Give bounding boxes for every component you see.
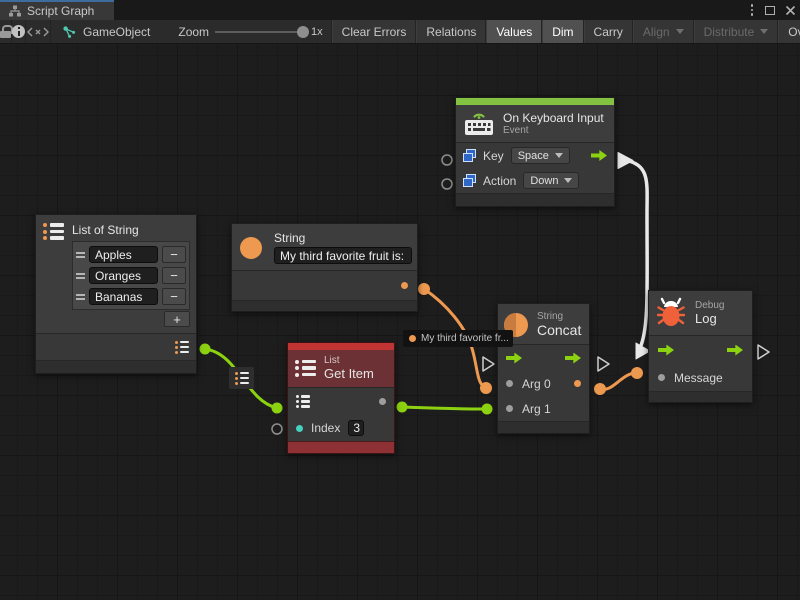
bug-icon: [657, 297, 685, 329]
string-value-icon: [409, 335, 416, 342]
dim-button[interactable]: Dim: [542, 20, 583, 43]
wire-value-tooltip: My third favorite fr...: [403, 330, 513, 347]
overview-button[interactable]: Overv: [778, 20, 800, 43]
keyboard-icon: [464, 110, 494, 136]
action-dropdown[interactable]: Down: [523, 172, 579, 189]
key-port-label: Key: [483, 149, 504, 163]
graph-toolbar: GameObject Zoom 1x Clear Errors Relation…: [0, 20, 800, 44]
error-bar: [288, 343, 394, 350]
add-item-button[interactable]: +: [164, 311, 190, 327]
info-icon: [12, 25, 25, 38]
lock-icon: [0, 25, 11, 38]
zoom-slider[interactable]: [211, 20, 311, 43]
node-title: Log: [695, 311, 724, 326]
event-highlight-bar: [456, 98, 614, 105]
zoom-value: 1x: [311, 20, 332, 43]
lock-button[interactable]: [0, 20, 12, 43]
list-output-port[interactable]: [175, 341, 189, 354]
title-bar: Script Graph: [0, 0, 800, 20]
drag-handle-icon[interactable]: [76, 294, 85, 300]
list-icon: [295, 360, 316, 377]
trigger-output-arrow[interactable]: [591, 150, 607, 161]
remove-item-button[interactable]: −: [162, 288, 186, 305]
node-list-of-string[interactable]: List of String Apples − Oranges − Ban: [35, 214, 197, 374]
wire-value-text: My third favorite fr...: [421, 333, 509, 344]
list-item-field[interactable]: Oranges: [89, 267, 158, 284]
arg1-input-port[interactable]: [506, 405, 513, 412]
string-value-field[interactable]: My third favorite fruit is:: [274, 247, 412, 264]
relations-button[interactable]: Relations: [416, 20, 486, 43]
node-title: List of String: [72, 223, 190, 237]
message-port-label: Message: [674, 371, 723, 385]
item-output-port[interactable]: [379, 398, 386, 405]
arg0-port-label: Arg 0: [522, 377, 565, 391]
node-category: String: [537, 311, 581, 322]
key-dropdown[interactable]: Space: [511, 147, 570, 164]
arg0-input-port[interactable]: [506, 380, 513, 387]
node-title: On Keyboard Input: [503, 111, 604, 125]
list-editor: Apples − Oranges − Bananas −: [72, 241, 190, 310]
string-output-port[interactable]: [401, 282, 408, 289]
close-icon[interactable]: [785, 5, 796, 16]
trigger-input-arrow[interactable]: [506, 353, 522, 364]
graph-icon: [8, 5, 22, 17]
wire-value-badge: [229, 367, 254, 389]
node-on-keyboard-input[interactable]: On Keyboard Input Event Key Space Action…: [455, 97, 615, 207]
index-value-field[interactable]: 3: [348, 420, 364, 436]
list-item: Apples −: [75, 244, 187, 265]
script-graph-window: Script Graph GameObj: [0, 0, 800, 600]
list-item: Oranges −: [75, 265, 187, 286]
trigger-output-arrow[interactable]: [565, 353, 581, 364]
gameobject-graph-icon: [63, 26, 76, 38]
distribute-button[interactable]: Distribute: [694, 20, 779, 43]
list-icon: [43, 223, 64, 327]
carry-button[interactable]: Carry: [584, 20, 633, 43]
arg1-port-label: Arg 1: [522, 402, 551, 416]
node-title: Get Item: [324, 366, 374, 381]
drag-handle-icon[interactable]: [76, 273, 85, 279]
code-view-button[interactable]: [26, 20, 51, 43]
node-string[interactable]: String My third favorite fruit is:: [231, 223, 418, 312]
list-input-port[interactable]: [296, 395, 310, 408]
trigger-output-arrow[interactable]: [727, 345, 743, 356]
action-port-label: Action: [483, 174, 516, 188]
maximize-icon[interactable]: [765, 6, 775, 15]
gameobject-label: GameObject: [83, 25, 150, 39]
list-item: Bananas −: [75, 286, 187, 307]
node-concat[interactable]: String Concat Arg 0 Arg 1: [497, 303, 590, 434]
zoom-label: Zoom: [178, 20, 211, 43]
string-icon: [240, 237, 262, 259]
code-icon: [26, 26, 50, 38]
list-value-icon: [235, 372, 249, 385]
node-category: List: [324, 355, 374, 366]
index-port-label: Index: [311, 421, 340, 435]
gameobject-target-button[interactable]: GameObject: [63, 20, 150, 43]
tab-label: Script Graph: [27, 4, 94, 18]
result-output-port[interactable]: [574, 380, 581, 387]
remove-item-button[interactable]: −: [162, 267, 186, 284]
node-debug-log[interactable]: Debug Log Message: [648, 290, 753, 403]
clear-errors-button[interactable]: Clear Errors: [332, 20, 417, 43]
action-variable-icon: [463, 174, 476, 187]
node-title: Concat: [537, 322, 581, 338]
list-item-field[interactable]: Bananas: [89, 288, 158, 305]
trigger-input-arrow[interactable]: [658, 345, 674, 356]
node-subtitle: Event: [503, 125, 604, 136]
message-input-port[interactable]: [658, 374, 665, 381]
zoom-slider-handle[interactable]: [297, 26, 309, 38]
align-button[interactable]: Align: [633, 20, 694, 43]
drag-handle-icon[interactable]: [76, 252, 85, 258]
list-item-field[interactable]: Apples: [89, 246, 158, 263]
node-get-item[interactable]: List Get Item Index 3: [287, 342, 395, 454]
index-input-port[interactable]: [296, 425, 303, 432]
key-variable-icon: [463, 149, 476, 162]
node-category: Debug: [695, 300, 724, 311]
values-button[interactable]: Values: [486, 20, 542, 43]
node-title: String: [274, 231, 412, 245]
window-menu-icon[interactable]: [749, 2, 756, 18]
remove-item-button[interactable]: −: [162, 246, 186, 263]
tab-script-graph[interactable]: Script Graph: [0, 0, 114, 20]
zoom-slider-track[interactable]: [215, 31, 307, 33]
info-button[interactable]: [12, 20, 26, 43]
